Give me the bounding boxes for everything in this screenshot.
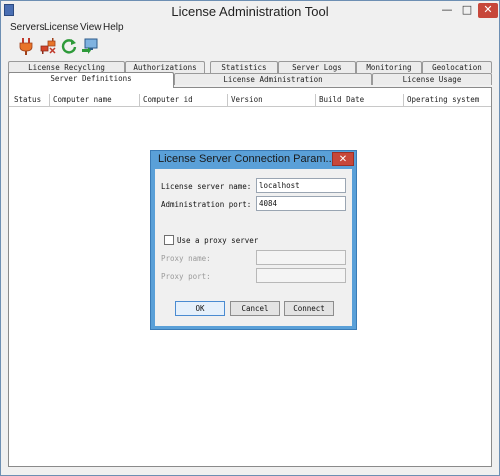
- connection-dialog: License Server Connection Param... ✕ Lic…: [150, 150, 357, 330]
- plug-connect-icon[interactable]: [17, 37, 35, 55]
- minimize-button[interactable]: —: [438, 3, 456, 18]
- dialog-title: License Server Connection Param...: [158, 153, 335, 165]
- proxy-name-label: Proxy name:: [161, 254, 211, 263]
- connect-button[interactable]: Connect: [284, 301, 334, 316]
- close-button[interactable]: ✕: [478, 3, 498, 18]
- server-name-label: License server name:: [161, 182, 252, 191]
- dialog-close-button[interactable]: ✕: [332, 152, 354, 166]
- proxy-port-label: Proxy port:: [161, 272, 211, 281]
- menu-license[interactable]: License: [44, 22, 78, 33]
- tab-monitoring[interactable]: Monitoring: [356, 61, 422, 73]
- monitor-export-icon[interactable]: [81, 37, 99, 55]
- ok-button[interactable]: OK: [175, 301, 225, 316]
- dialog-body: License server name: localhost Administr…: [155, 169, 352, 326]
- column-status[interactable]: Status: [11, 94, 49, 106]
- toolbar: [1, 36, 499, 58]
- maximize-button[interactable]: □: [458, 3, 476, 18]
- header-divider: [9, 106, 491, 107]
- column-operating-system[interactable]: Operating system: [403, 94, 491, 106]
- menu-view[interactable]: View: [80, 22, 102, 33]
- menu-bar: Servers License View Help: [1, 21, 499, 36]
- menu-help[interactable]: Help: [103, 22, 124, 33]
- proxy-checkbox-label[interactable]: Use a proxy server: [177, 236, 258, 245]
- proxy-name-field[interactable]: [256, 250, 346, 265]
- cancel-button[interactable]: Cancel: [230, 301, 280, 316]
- plug-disconnect-icon[interactable]: [39, 37, 57, 55]
- proxy-checkbox[interactable]: [164, 235, 174, 245]
- column-computer-name[interactable]: Computer name: [49, 94, 139, 106]
- tab-license-administration[interactable]: License Administration: [174, 73, 372, 85]
- tab-license-usage[interactable]: License Usage: [372, 73, 492, 85]
- column-computer-id[interactable]: Computer id: [139, 94, 227, 106]
- admin-port-field[interactable]: 4084: [256, 196, 346, 211]
- refresh-icon[interactable]: [60, 37, 78, 55]
- column-build-date[interactable]: Build Date: [315, 94, 403, 106]
- column-version[interactable]: Version: [227, 94, 315, 106]
- menu-servers[interactable]: Servers: [10, 22, 44, 33]
- tab-statistics[interactable]: Statistics: [210, 61, 278, 73]
- tab-server-definitions[interactable]: Server Definitions: [8, 72, 174, 88]
- server-name-field[interactable]: localhost: [256, 178, 346, 193]
- tab-server-logs[interactable]: Server Logs: [278, 61, 356, 73]
- window-title: License Administration Tool: [171, 4, 329, 19]
- admin-port-label: Administration port:: [161, 200, 252, 209]
- title-bar: License Administration Tool — □ ✕: [1, 1, 499, 21]
- tab-geolocation[interactable]: Geolocation: [422, 61, 492, 73]
- proxy-port-field[interactable]: [256, 268, 346, 283]
